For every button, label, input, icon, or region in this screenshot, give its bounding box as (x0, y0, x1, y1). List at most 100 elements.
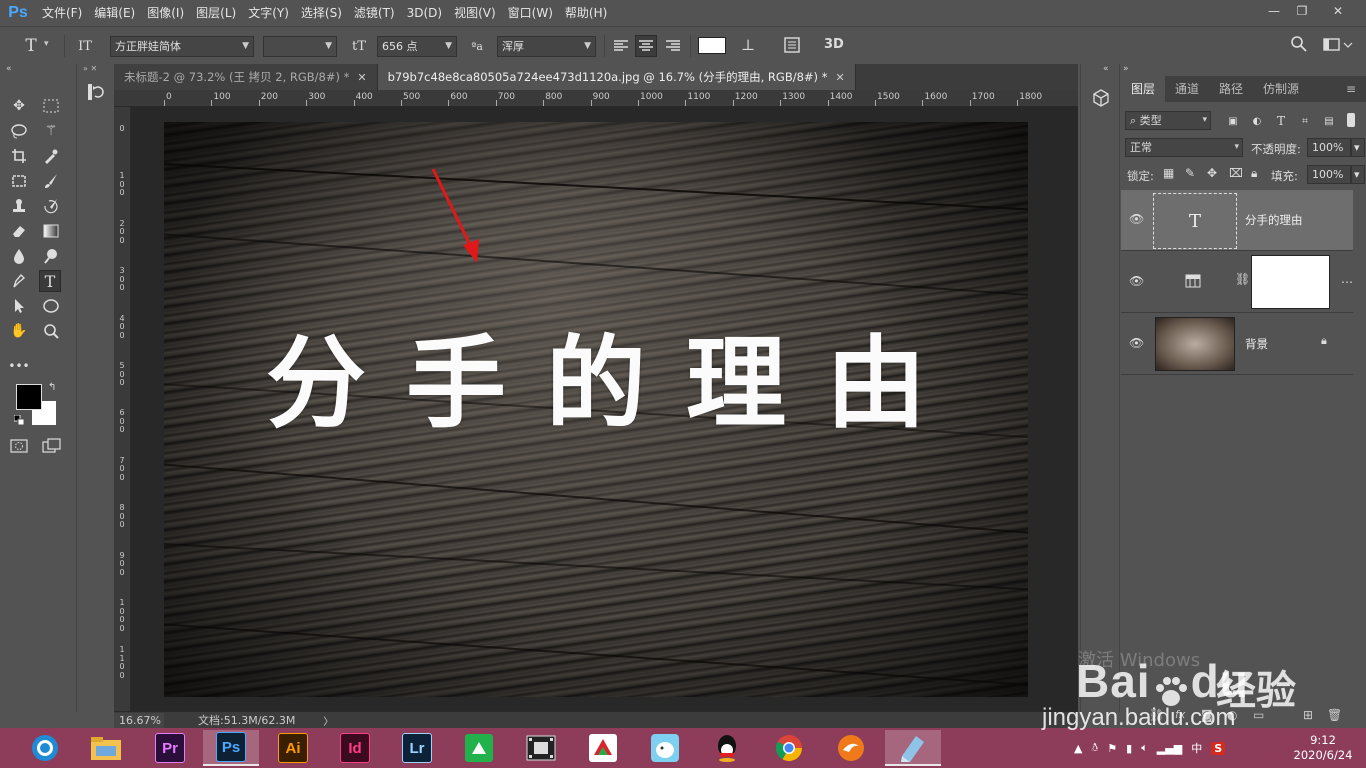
document-canvas[interactable]: 分手的理由 (164, 122, 1028, 697)
close-tab-icon[interactable]: ✕ (835, 71, 844, 84)
opacity-chevron-icon[interactable]: ▾ (1351, 138, 1365, 157)
text-orientation-icon[interactable]: IT (74, 36, 96, 56)
gradient-tool-icon[interactable] (40, 220, 62, 242)
3d-button[interactable]: 3D (824, 37, 844, 52)
tray-expand-icon[interactable]: ▲ (1074, 742, 1082, 755)
zoom-tool-icon[interactable] (40, 320, 62, 342)
align-right-icon[interactable] (665, 38, 681, 54)
more-tools-icon[interactable]: ••• (8, 355, 30, 377)
pen-tool-icon[interactable] (8, 270, 30, 292)
filter-pixel-icon[interactable]: ▣ (1226, 114, 1240, 128)
tab-paths[interactable]: 路径 (1209, 76, 1253, 102)
stamp-tool-icon[interactable] (8, 195, 30, 217)
sogou-ime-icon[interactable]: S (1211, 741, 1226, 755)
visibility-eye-icon[interactable]: 👁︎ (1129, 212, 1144, 226)
opacity-field[interactable]: 100% (1307, 138, 1351, 157)
blend-mode-select[interactable]: 正常 ▾ (1125, 138, 1243, 157)
taskbar-app-file-explorer[interactable] (78, 730, 134, 766)
taskbar-app-video[interactable] (513, 730, 569, 766)
eraser-tool-icon[interactable] (8, 220, 30, 242)
taskbar-app-game[interactable] (575, 730, 631, 766)
marquee-tool-icon[interactable] (40, 95, 62, 117)
menu-type[interactable]: 文字(Y) (242, 0, 295, 26)
zoom-field[interactable]: 16.67% (114, 712, 164, 728)
lock-artboard-icon[interactable]: ⌧ (1229, 166, 1243, 180)
filter-toggle[interactable] (1347, 113, 1355, 127)
3d-panel-icon[interactable] (1091, 88, 1111, 108)
preset-chevron-icon[interactable]: ▾ (44, 39, 49, 49)
hand-tool-icon[interactable]: ✋ (8, 320, 30, 342)
status-menu-arrow[interactable]: 〉 (323, 713, 333, 728)
history-brush-tool-icon[interactable] (40, 195, 62, 217)
taskbar-clock[interactable]: 9:12 2020/6/24 (1292, 733, 1354, 763)
screen-mode-icon[interactable] (42, 438, 62, 454)
canvas-area[interactable]: 分手的理由 (131, 107, 1078, 711)
move-tool-icon[interactable]: ✥ (8, 95, 30, 117)
filter-smart-object-icon[interactable]: ▤ (1322, 114, 1336, 128)
menu-help[interactable]: 帮助(H) (559, 0, 613, 26)
taskbar-app-qq[interactable] (699, 730, 755, 766)
dodge-tool-icon[interactable] (40, 245, 62, 267)
text-color-swatch[interactable] (698, 37, 726, 54)
link-layers-icon[interactable]: ⛓︎ (1149, 708, 1164, 722)
type-tool-icon[interactable]: T (39, 270, 61, 292)
lock-image-icon[interactable]: ✎ (1185, 166, 1195, 180)
new-adjustment-icon[interactable]: ◐ (1227, 708, 1237, 722)
lock-all-icon[interactable]: 🔒︎ (1251, 166, 1257, 181)
taskbar-app-chrome[interactable] (761, 730, 817, 766)
magic-wand-tool-icon[interactable]: ⚚ (40, 120, 62, 142)
dock-collapse-icon[interactable]: « (1103, 64, 1109, 74)
tab-untitled-2[interactable]: 未标题-2 @ 73.2% (王 拷贝 2, RGB/8#) * ✕ (114, 64, 378, 90)
tab-layers[interactable]: 图层 (1121, 76, 1166, 102)
collapse-toolbar-icon[interactable]: « (6, 64, 12, 74)
ellipse-tool-icon[interactable] (40, 295, 62, 317)
add-mask-icon[interactable]: ◙ (1201, 708, 1213, 722)
filter-adjustment-icon[interactable]: ◐ (1250, 114, 1264, 128)
fill-chevron-icon[interactable]: ▾ (1351, 165, 1365, 184)
delete-layer-icon[interactable]: 🗑︎ (1327, 708, 1342, 722)
panel-expand-icon[interactable]: » (1123, 64, 1129, 74)
layer-row-adjustment[interactable]: 👁︎ ⛓︎ … (1121, 252, 1353, 313)
layer-name[interactable]: 背景 (1245, 336, 1268, 352)
taskbar-app-lightroom[interactable]: Lr (389, 730, 445, 766)
layer-mask-thumbnail[interactable] (1251, 255, 1330, 309)
taskbar-app-illustrator[interactable]: Ai (265, 730, 321, 766)
new-layer-icon[interactable]: ⊞ (1303, 708, 1313, 722)
panel-collapse-icon[interactable]: » ✕ (77, 64, 112, 74)
tab-wood-document[interactable]: b79b7c48e8ca80505a724ee473d1120a.jpg @ 1… (377, 64, 856, 90)
canvas-text-layer[interactable]: 分手的理由 (164, 302, 1028, 447)
workspace-switcher-icon[interactable] (1323, 36, 1353, 54)
lock-position-icon[interactable]: ✥ (1207, 166, 1217, 180)
filter-shape-icon[interactable]: ⌗ (1298, 114, 1312, 128)
layer-style-icon[interactable]: fx (1175, 708, 1185, 721)
path-selection-tool-icon[interactable] (8, 295, 30, 317)
taskbar-app-premiere[interactable]: Pr (142, 730, 198, 766)
menu-window[interactable]: 窗口(W) (502, 0, 559, 26)
taskbar-app-bird[interactable] (637, 730, 693, 766)
text-tool-preset-icon[interactable]: T (20, 35, 42, 57)
taskbar-app-notes[interactable] (885, 730, 941, 766)
menu-3d[interactable]: 3D(D) (401, 0, 448, 26)
align-left-icon[interactable] (613, 38, 629, 54)
default-colors-icon[interactable] (13, 414, 25, 426)
quick-mask-icon[interactable] (10, 438, 28, 454)
vertical-ruler[interactable]: 0 100 200 300 400 500 600 700 800 900 1000 1100 (114, 107, 131, 711)
antialias-select[interactable]: 浑厚 ▼ (497, 36, 596, 57)
tray-battery-icon[interactable]: ▮ (1126, 742, 1132, 755)
warp-text-icon[interactable]: ⊥ (741, 36, 763, 58)
restore-button[interactable]: ❐ (1288, 0, 1316, 22)
tray-qq-icon[interactable]: 🐧︎ (1091, 741, 1098, 756)
visibility-eye-icon[interactable]: 👁︎ (1129, 336, 1144, 350)
new-group-icon[interactable]: ▭ (1253, 708, 1264, 722)
close-window-button[interactable]: ✕ (1324, 0, 1352, 22)
character-panel-icon[interactable] (783, 36, 803, 56)
tray-volume-icon[interactable]: 🔈︎ (1141, 741, 1148, 755)
fill-field[interactable]: 100% (1307, 165, 1351, 184)
visibility-eye-icon[interactable]: 👁︎ (1129, 274, 1144, 288)
menu-edit[interactable]: 编辑(E) (88, 0, 141, 26)
layer-row-text[interactable]: 👁︎ T 分手的理由 (1121, 190, 1353, 251)
align-center-icon[interactable] (635, 35, 657, 57)
panel-menu-icon[interactable]: ≡ (1336, 76, 1366, 102)
filter-type-icon[interactable]: T (1274, 114, 1288, 128)
swap-colors-icon[interactable]: ↰ (48, 382, 56, 393)
